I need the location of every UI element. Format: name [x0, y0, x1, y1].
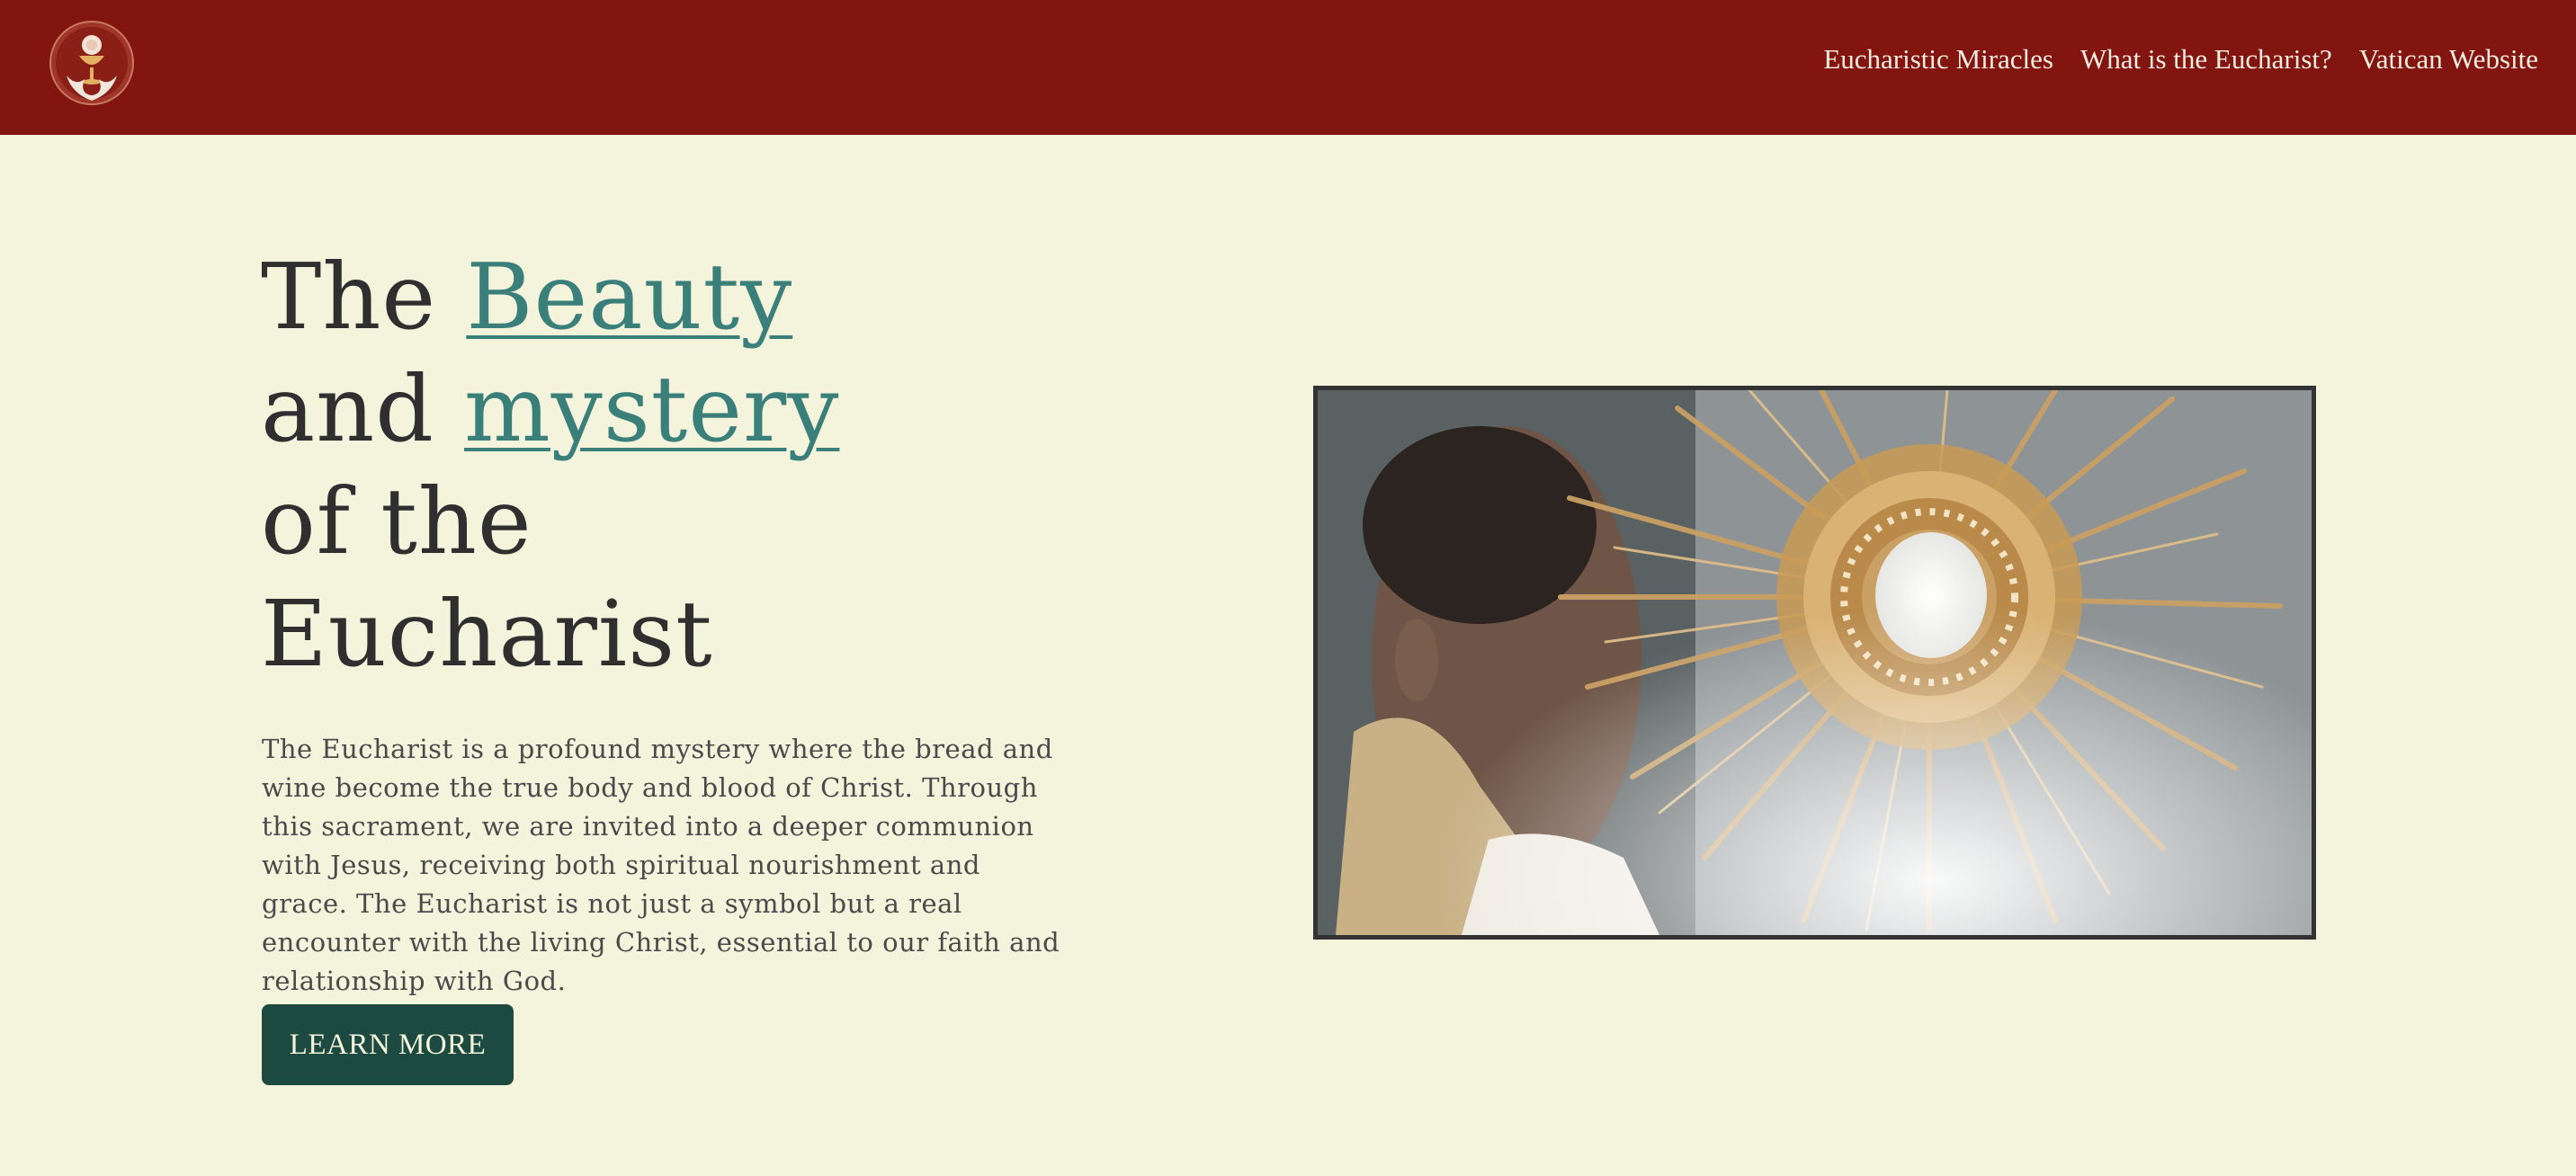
hero-title-eucharist: Eucharist — [261, 581, 713, 687]
monstrance-photo — [1318, 390, 2312, 935]
nav-links: Eucharistic Miracles What is the Euchari… — [1823, 40, 2538, 79]
top-navbar: Eucharistic Miracles What is the Euchari… — [0, 0, 2576, 135]
hero-title-and: and — [261, 356, 465, 462]
hero-title-of-the: of the — [261, 468, 532, 575]
hero-title-beauty: Beauty — [466, 244, 793, 350]
hero-title: The Beauty and mystery of the Eucharist — [261, 241, 839, 690]
nav-link-what-is-the-eucharist[interactable]: What is the Eucharist? — [2080, 40, 2332, 79]
hero-image — [1313, 386, 2316, 940]
hero-description: The Eucharist is a profound mystery wher… — [262, 734, 1060, 996]
nav-link-vatican-website[interactable]: Vatican Website — [2359, 40, 2538, 79]
hero-title-the: The — [261, 244, 467, 350]
learn-more-button[interactable]: LEARN MORE — [262, 1004, 514, 1085]
nav-link-eucharistic-miracles[interactable]: Eucharistic Miracles — [1823, 40, 2053, 79]
hero-title-mystery: mystery — [464, 356, 840, 462]
site-logo-icon[interactable] — [49, 18, 135, 110]
